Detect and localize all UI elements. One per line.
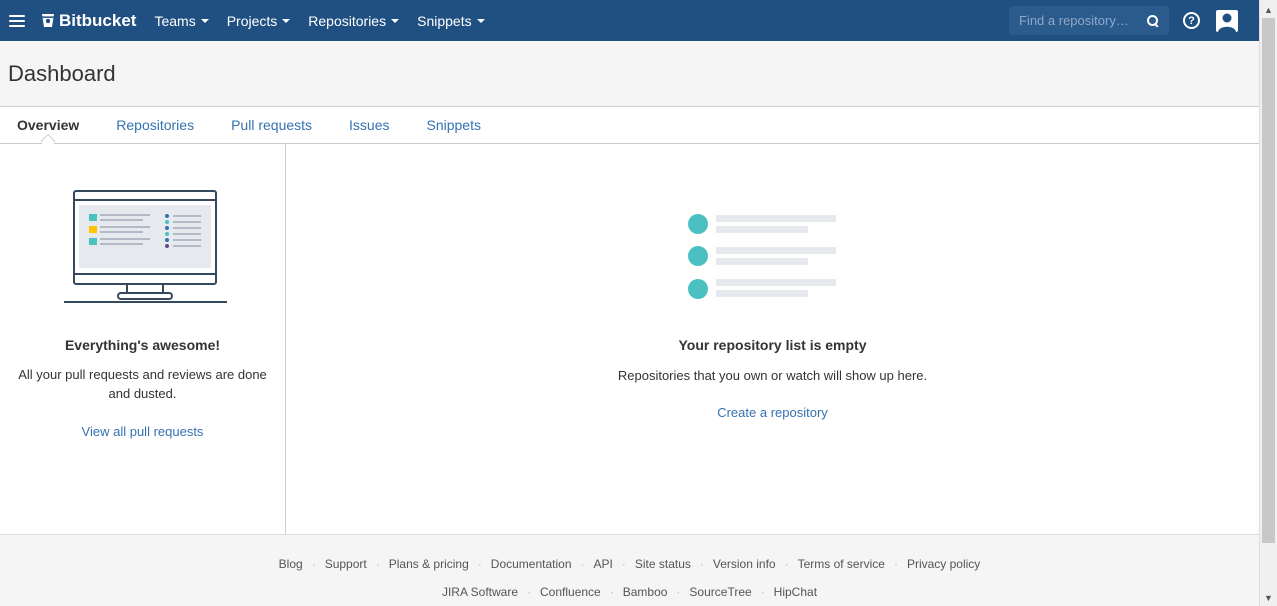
footer-link-hipchat[interactable]: HipChat [774, 585, 817, 599]
footer-link-jira-software[interactable]: JIRA Software [442, 585, 518, 599]
footer-separator: · [784, 557, 789, 571]
vertical-scrollbar[interactable]: ▲ ▼ [1259, 0, 1277, 606]
nav-teams[interactable]: Teams [154, 12, 209, 29]
nav-snippets-label: Snippets [417, 12, 472, 29]
caret-down-icon [200, 19, 209, 23]
top-navigation-bar: Bitbucket Teams Projects Repositories Sn… [0, 0, 1259, 41]
caret-down-icon [476, 19, 485, 23]
pull-requests-heading: Everything's awesome! [64, 337, 221, 353]
footer-link-bamboo[interactable]: Bamboo [623, 585, 668, 599]
footer-separator: · [621, 557, 626, 571]
scroll-down-icon[interactable]: ▼ [1260, 590, 1277, 606]
nav-repositories-label: Repositories [308, 12, 387, 29]
footer-link-terms-of-service[interactable]: Terms of service [798, 557, 885, 571]
tab-repositories[interactable]: Repositories [116, 117, 194, 133]
footer-links-row1: Blog · Support · Plans & pricing · Docum… [0, 557, 1259, 571]
main-content: Everything's awesome! All your pull requ… [0, 144, 1259, 535]
footer-separator: · [477, 557, 482, 571]
search-box[interactable] [1009, 6, 1169, 35]
avatar-icon[interactable] [1216, 9, 1238, 32]
tab-overview[interactable]: Overview [17, 117, 79, 133]
footer-separator: · [609, 585, 614, 599]
brand-name: Bitbucket [59, 10, 137, 30]
footer-separator: · [375, 557, 380, 571]
footer-separator: · [699, 557, 704, 571]
footer-link-confluence[interactable]: Confluence [540, 585, 601, 599]
nav-teams-label: Teams [154, 12, 196, 29]
tab-snippets[interactable]: Snippets [427, 117, 481, 133]
footer-separator: · [311, 557, 316, 571]
search-input[interactable] [1019, 13, 1137, 28]
nav-projects-label: Projects [226, 12, 278, 29]
footer-link-blog[interactable]: Blog [279, 557, 303, 571]
user-silhouette-icon [1218, 13, 1236, 32]
hamburger-icon[interactable] [9, 14, 25, 27]
footer-link-plans-pricing[interactable]: Plans & pricing [389, 557, 469, 571]
monitor-illustration-icon [64, 190, 227, 303]
footer-separator: · [676, 585, 681, 599]
footer-link-privacy-policy[interactable]: Privacy policy [907, 557, 980, 571]
repositories-panel: Your repository list is empty Repositori… [286, 144, 1259, 534]
footer-separator: · [893, 557, 898, 571]
repositories-empty-text: Repositories that you own or watch will … [617, 368, 928, 383]
footer-separator: · [580, 557, 585, 571]
pull-requests-text-line2: and dusted. [108, 386, 177, 401]
topbar-right-group: ? [1009, 0, 1259, 41]
footer-links-row2: JIRA Software · Confluence · Bamboo · So… [0, 585, 1259, 599]
page-header: Dashboard [0, 41, 1259, 107]
bitbucket-logo-icon [42, 14, 54, 27]
dashboard-tabs: Overview Repositories Pull requests Issu… [0, 107, 1259, 144]
footer-link-api[interactable]: API [594, 557, 613, 571]
footer-link-site-status[interactable]: Site status [635, 557, 691, 571]
footer-link-documentation[interactable]: Documentation [491, 557, 572, 571]
footer-link-support[interactable]: Support [325, 557, 367, 571]
bitbucket-logo[interactable]: Bitbucket [41, 11, 136, 31]
caret-down-icon [282, 19, 291, 23]
caret-down-icon [391, 19, 400, 23]
footer-link-version-info[interactable]: Version info [713, 557, 776, 571]
nav-repositories[interactable]: Repositories [308, 12, 400, 29]
nav-snippets[interactable]: Snippets [417, 12, 485, 29]
tab-pull-requests[interactable]: Pull requests [231, 117, 312, 133]
empty-list-illustration-icon [688, 214, 836, 299]
view-all-pull-requests-link[interactable]: View all pull requests [0, 424, 285, 439]
scrollbar-thumb[interactable] [1262, 18, 1275, 543]
footer-separator: · [527, 585, 531, 599]
pull-requests-panel: Everything's awesome! All your pull requ… [0, 144, 286, 534]
tab-issues[interactable]: Issues [349, 117, 389, 133]
help-icon[interactable]: ? [1183, 12, 1200, 29]
pull-requests-text-line1: All your pull requests and reviews are d… [18, 367, 267, 382]
nav-projects[interactable]: Projects [227, 13, 291, 29]
footer-link-sourcetree[interactable]: SourceTree [689, 585, 751, 599]
page-title: Dashboard [8, 61, 116, 86]
scroll-up-icon[interactable]: ▲ [1260, 2, 1277, 18]
search-icon[interactable] [1147, 14, 1159, 27]
footer-separator: · [760, 585, 765, 599]
repositories-empty-heading: Your repository list is empty [678, 337, 867, 353]
create-repository-link[interactable]: Create a repository [286, 405, 1259, 420]
page-footer: Blog · Support · Plans & pricing · Docum… [0, 535, 1259, 606]
